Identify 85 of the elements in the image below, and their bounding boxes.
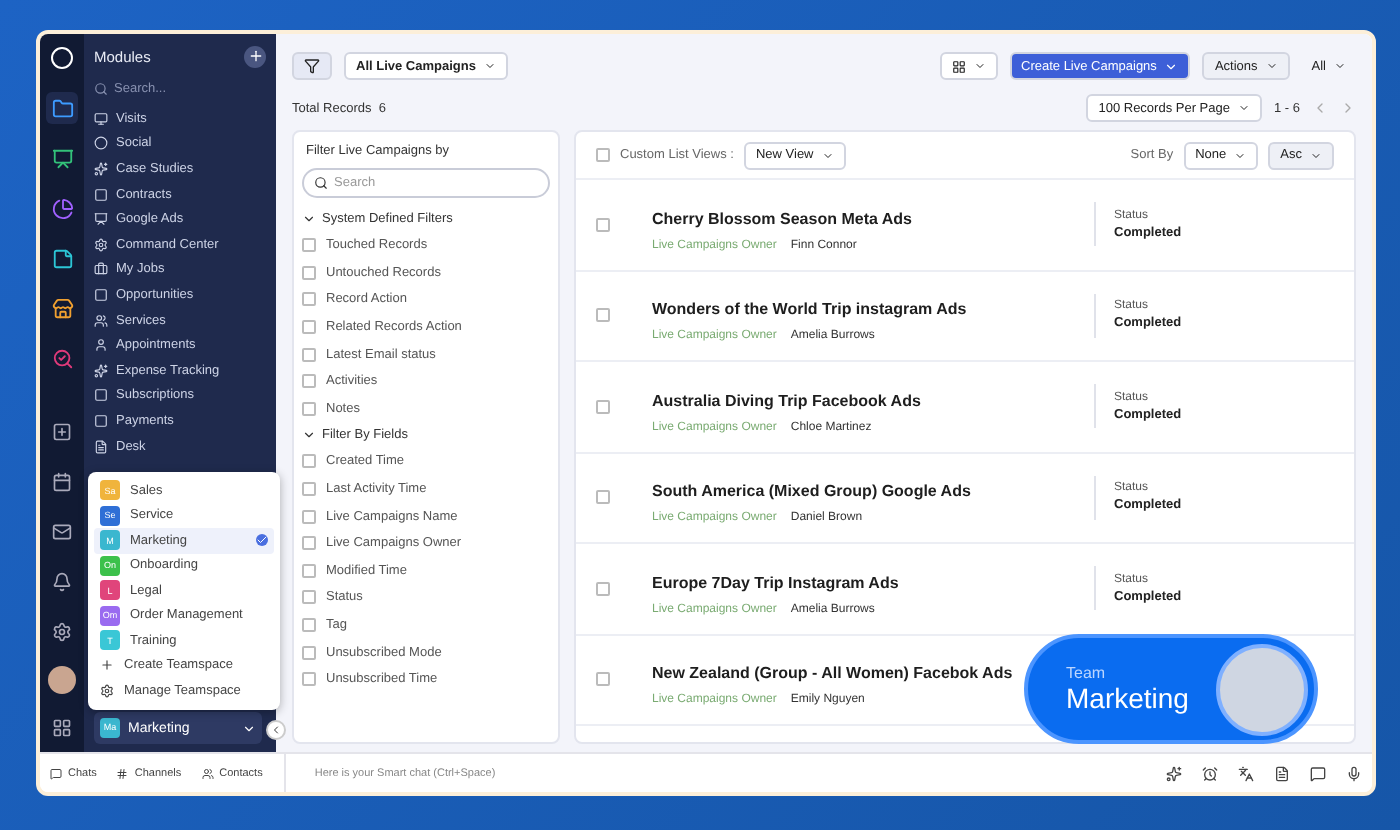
- previous-icon[interactable]: [1312, 100, 1328, 116]
- collapse-button[interactable]: [266, 720, 286, 740]
- caret-icon: [302, 212, 316, 226]
- caret-icon: [973, 60, 985, 72]
- checkbox[interactable]: [302, 509, 316, 524]
- next-icon[interactable]: [1340, 100, 1356, 116]
- checkbox[interactable]: [596, 672, 610, 687]
- caret-icon: [302, 428, 316, 443]
- sparkle-icon: [94, 363, 108, 378]
- checkbox[interactable]: [596, 217, 610, 232]
- caret-icon: [483, 60, 496, 72]
- checkbox[interactable]: [302, 265, 316, 280]
- add-button[interactable]: [244, 45, 266, 67]
- person-icon: [94, 338, 108, 353]
- avatar[interactable]: [48, 666, 76, 694]
- hash-icon: [116, 767, 129, 779]
- check-icon: [256, 534, 268, 547]
- checkbox[interactable]: [302, 672, 316, 687]
- document-icon: [94, 439, 108, 454]
- caret-icon: [1310, 149, 1322, 161]
- square-icon: [94, 287, 108, 302]
- checkbox[interactable]: [596, 399, 610, 414]
- record-title[interactable]: New Zealand (Group - All Women) Facebok Ads: [652, 664, 1013, 683]
- checkbox[interactable]: [596, 490, 610, 505]
- checkbox[interactable]: [302, 347, 316, 362]
- square-icon: [94, 413, 108, 428]
- checkbox[interactable]: [302, 536, 316, 551]
- checkbox[interactable]: [596, 148, 610, 162]
- record-title[interactable]: Australia Diving Trip Facebook Ads: [652, 391, 921, 410]
- square-icon: [94, 388, 108, 403]
- chevron-left-icon: [270, 724, 282, 736]
- plus-icon: [100, 658, 114, 673]
- checkbox[interactable]: [302, 645, 316, 660]
- gear-icon: [94, 237, 108, 252]
- checkbox[interactable]: [302, 482, 316, 497]
- photo-placeholder: [1216, 643, 1308, 735]
- search-icon: [94, 81, 108, 95]
- team-name: Marketing: [1066, 682, 1191, 714]
- checkbox[interactable]: [302, 401, 316, 416]
- chat-icon: [50, 767, 62, 779]
- team-label: Team: [1066, 664, 1108, 682]
- checkbox[interactable]: [302, 590, 316, 605]
- plus-icon: [247, 48, 263, 64]
- checkbox[interactable]: [302, 454, 316, 469]
- checkbox[interactable]: [596, 581, 610, 596]
- briefcase-icon: [94, 262, 108, 277]
- checkbox[interactable]: [302, 563, 316, 578]
- checkbox[interactable]: [596, 308, 610, 323]
- monitor-icon: [94, 111, 108, 126]
- checkbox[interactable]: [302, 374, 316, 389]
- caret-icon: [242, 721, 256, 735]
- square-icon: [94, 187, 108, 202]
- checkbox[interactable]: [302, 618, 316, 633]
- circle-icon: [94, 136, 108, 151]
- filter-icon: [304, 58, 320, 74]
- layout-dropdown[interactable]: [939, 52, 997, 80]
- microphone-icon[interactable]: [1346, 765, 1362, 781]
- checkbox[interactable]: [302, 320, 316, 335]
- translate-icon[interactable]: [1238, 765, 1254, 781]
- people-icon: [94, 313, 108, 328]
- sparkle-icon[interactable]: [1166, 765, 1182, 781]
- search-icon: [314, 176, 328, 190]
- caret-icon: [1164, 59, 1179, 73]
- record-title[interactable]: Cherry Blossom Season Meta Ads: [652, 209, 912, 228]
- caret-icon: [1234, 149, 1247, 161]
- caret-icon: [1334, 60, 1346, 72]
- logo-icon: [50, 46, 74, 70]
- caret-icon: [1265, 60, 1278, 72]
- caret-icon: [821, 149, 834, 161]
- record-title[interactable]: South America (Mixed Group) Google Ads: [652, 482, 971, 501]
- grid-icon: [951, 59, 965, 73]
- document-icon[interactable]: [1274, 765, 1290, 781]
- checkbox[interactable]: [302, 292, 316, 307]
- filter-button[interactable]: [292, 52, 332, 80]
- alarm-clock-icon[interactable]: [1202, 765, 1218, 781]
- record-title[interactable]: Wonders of the World Trip instagram Ads: [652, 300, 967, 319]
- record-title[interactable]: Europe 7Day Trip Instagram Ads: [652, 573, 899, 592]
- chat-icon[interactable]: [1310, 765, 1326, 781]
- checkbox[interactable]: [302, 238, 316, 253]
- folder-icon[interactable]: [46, 92, 78, 124]
- sparkle-icon: [94, 161, 108, 176]
- people-icon: [201, 767, 214, 779]
- gear-icon: [100, 683, 114, 698]
- caret-icon: [1237, 102, 1250, 114]
- chart-icon: [94, 212, 108, 227]
